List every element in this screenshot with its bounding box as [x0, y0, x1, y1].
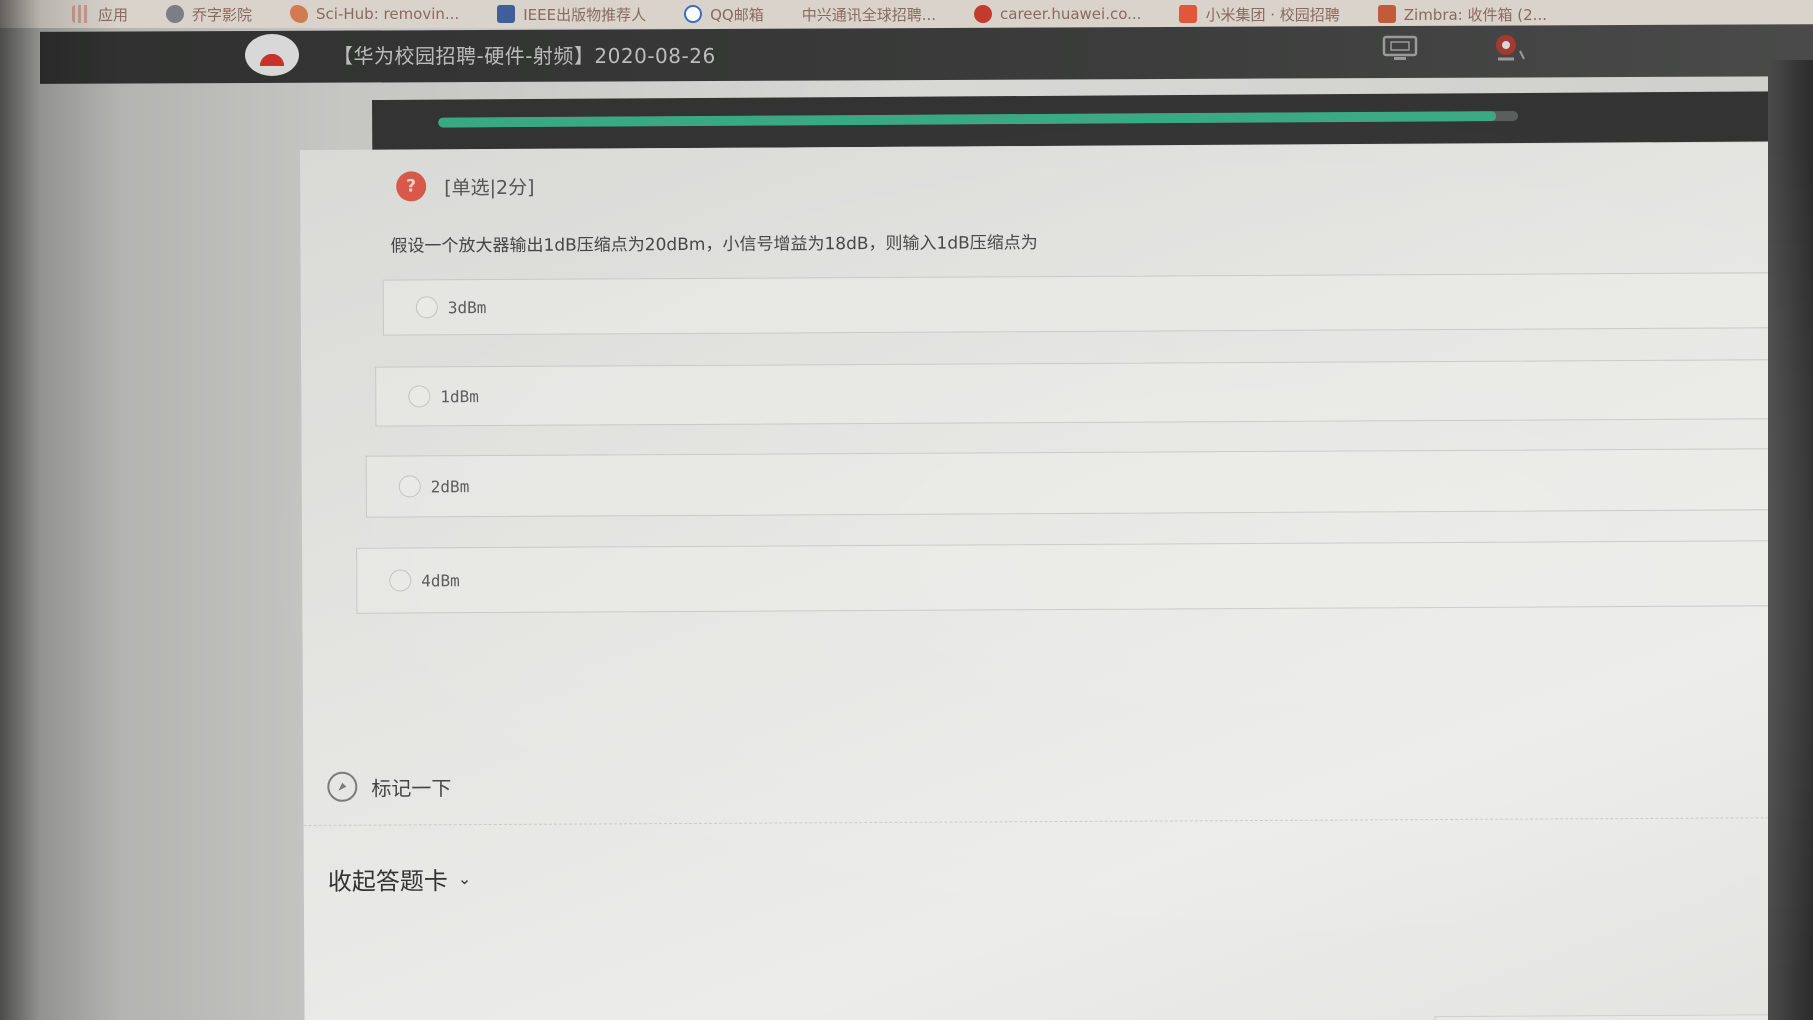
radio-button[interactable] [408, 385, 431, 408]
bookmark-zimbra[interactable]: Zimbra: 收件箱 (2... [1377, 4, 1547, 25]
webcam-icon [1496, 35, 1525, 61]
option-1[interactable]: 3dBm [382, 272, 1785, 336]
bookmark-movies[interactable]: 乔字影院 [166, 4, 252, 25]
camera-button[interactable] [1488, 34, 1528, 62]
progress-bar [438, 110, 1519, 128]
bookmark-label: QQ邮箱 [710, 5, 764, 24]
huawei-icon [974, 5, 993, 23]
radio-button[interactable] [389, 569, 412, 592]
option-2[interactable]: 1dBm [375, 359, 1788, 427]
bookmark-scihub[interactable]: Sci-Hub: removin... [290, 5, 459, 23]
mark-question-button[interactable]: 标记一下 [327, 771, 451, 802]
zimbra-icon [1377, 5, 1396, 23]
mark-label: 标记一下 [371, 775, 452, 801]
screen-share-button[interactable] [1380, 34, 1420, 62]
bookmarks-bar: 应用 乔字影院 Sci-Hub: removin... IEEE出版物推荐人 Q… [0, 0, 1813, 28]
collapse-answer-sheet-button[interactable]: 收起答题卡 ⌄ [328, 861, 472, 897]
bookmark-label: 中兴通讯全球招聘... [801, 5, 937, 24]
bookmark-mi[interactable]: 小米集团 · 校园招聘 [1179, 4, 1340, 25]
chevron-down-icon: ⌄ [457, 869, 472, 889]
bookmark-qqmail[interactable]: QQ邮箱 [684, 4, 764, 25]
app-header [40, 24, 1813, 84]
progress-strip [372, 91, 1813, 150]
option-3[interactable]: 2dBm [365, 448, 1788, 518]
screen: 应用 乔字影院 Sci-Hub: removin... IEEE出版物推荐人 Q… [0, 0, 1813, 1020]
compass-needle-icon [338, 782, 347, 791]
huawei-logo-icon [257, 44, 287, 66]
bookmark-label: 小米集团 · 校园招聘 [1205, 5, 1340, 24]
question-header: ? [单选|2分] [396, 171, 535, 202]
monitor-icon [1382, 35, 1418, 60]
mi-icon [1179, 5, 1198, 23]
option-4[interactable]: 4dBm [356, 540, 1789, 614]
bookmark-label: 应用 [98, 5, 129, 24]
ieee-icon [497, 5, 516, 23]
divider [303, 817, 1774, 826]
qq-mail-icon [684, 5, 703, 23]
bookmark-label: career.huawei.co... [1000, 5, 1142, 23]
apps-grid-icon [72, 5, 90, 23]
question-text: 假设一个放大器输出1dB压缩点为20dBm，小信号增益为18dB，则输入1dB压… [390, 233, 1038, 257]
option-label: 1dBm [440, 386, 479, 406]
bookmark-zte[interactable]: 中兴通讯全球招聘... [802, 4, 936, 25]
bookmark-apps[interactable]: 应用 [72, 4, 128, 25]
compass-icon [327, 771, 358, 802]
bookmark-label: Sci-Hub: removin... [316, 5, 460, 23]
progress-fill [438, 111, 1497, 128]
option-label: 4dBm [421, 570, 460, 590]
bookmark-huawei-career[interactable]: career.huawei.co... [974, 5, 1141, 23]
exam-title: 【华为校园招聘-硬件-射频】2020-08-26 [333, 44, 716, 68]
question-card: ? [单选|2分] 假设一个放大器输出1dB压缩点为20dBm，小信号增益为18… [300, 141, 1813, 1020]
bookmark-label: Zimbra: 收件箱 (2... [1403, 5, 1547, 24]
question-type: [单选|2分] [444, 176, 535, 199]
radio-button[interactable] [415, 296, 438, 319]
huawei-logo [245, 34, 299, 76]
option-label: 2dBm [430, 476, 470, 496]
radio-button[interactable] [398, 475, 421, 498]
option-label: 3dBm [447, 297, 487, 317]
scihub-icon [290, 5, 309, 23]
screen-bezel [1768, 60, 1813, 1020]
collapse-label: 收起答题卡 [327, 867, 448, 896]
question-mark-icon: ? [396, 171, 427, 202]
globe-icon [166, 5, 185, 23]
bookmark-label: IEEE出版物推荐人 [523, 5, 647, 24]
bookmark-ieee[interactable]: IEEE出版物推荐人 [497, 4, 646, 25]
answer-sheet-tab[interactable] [1434, 1014, 1787, 1020]
bookmark-label: 乔字影院 [192, 5, 253, 24]
